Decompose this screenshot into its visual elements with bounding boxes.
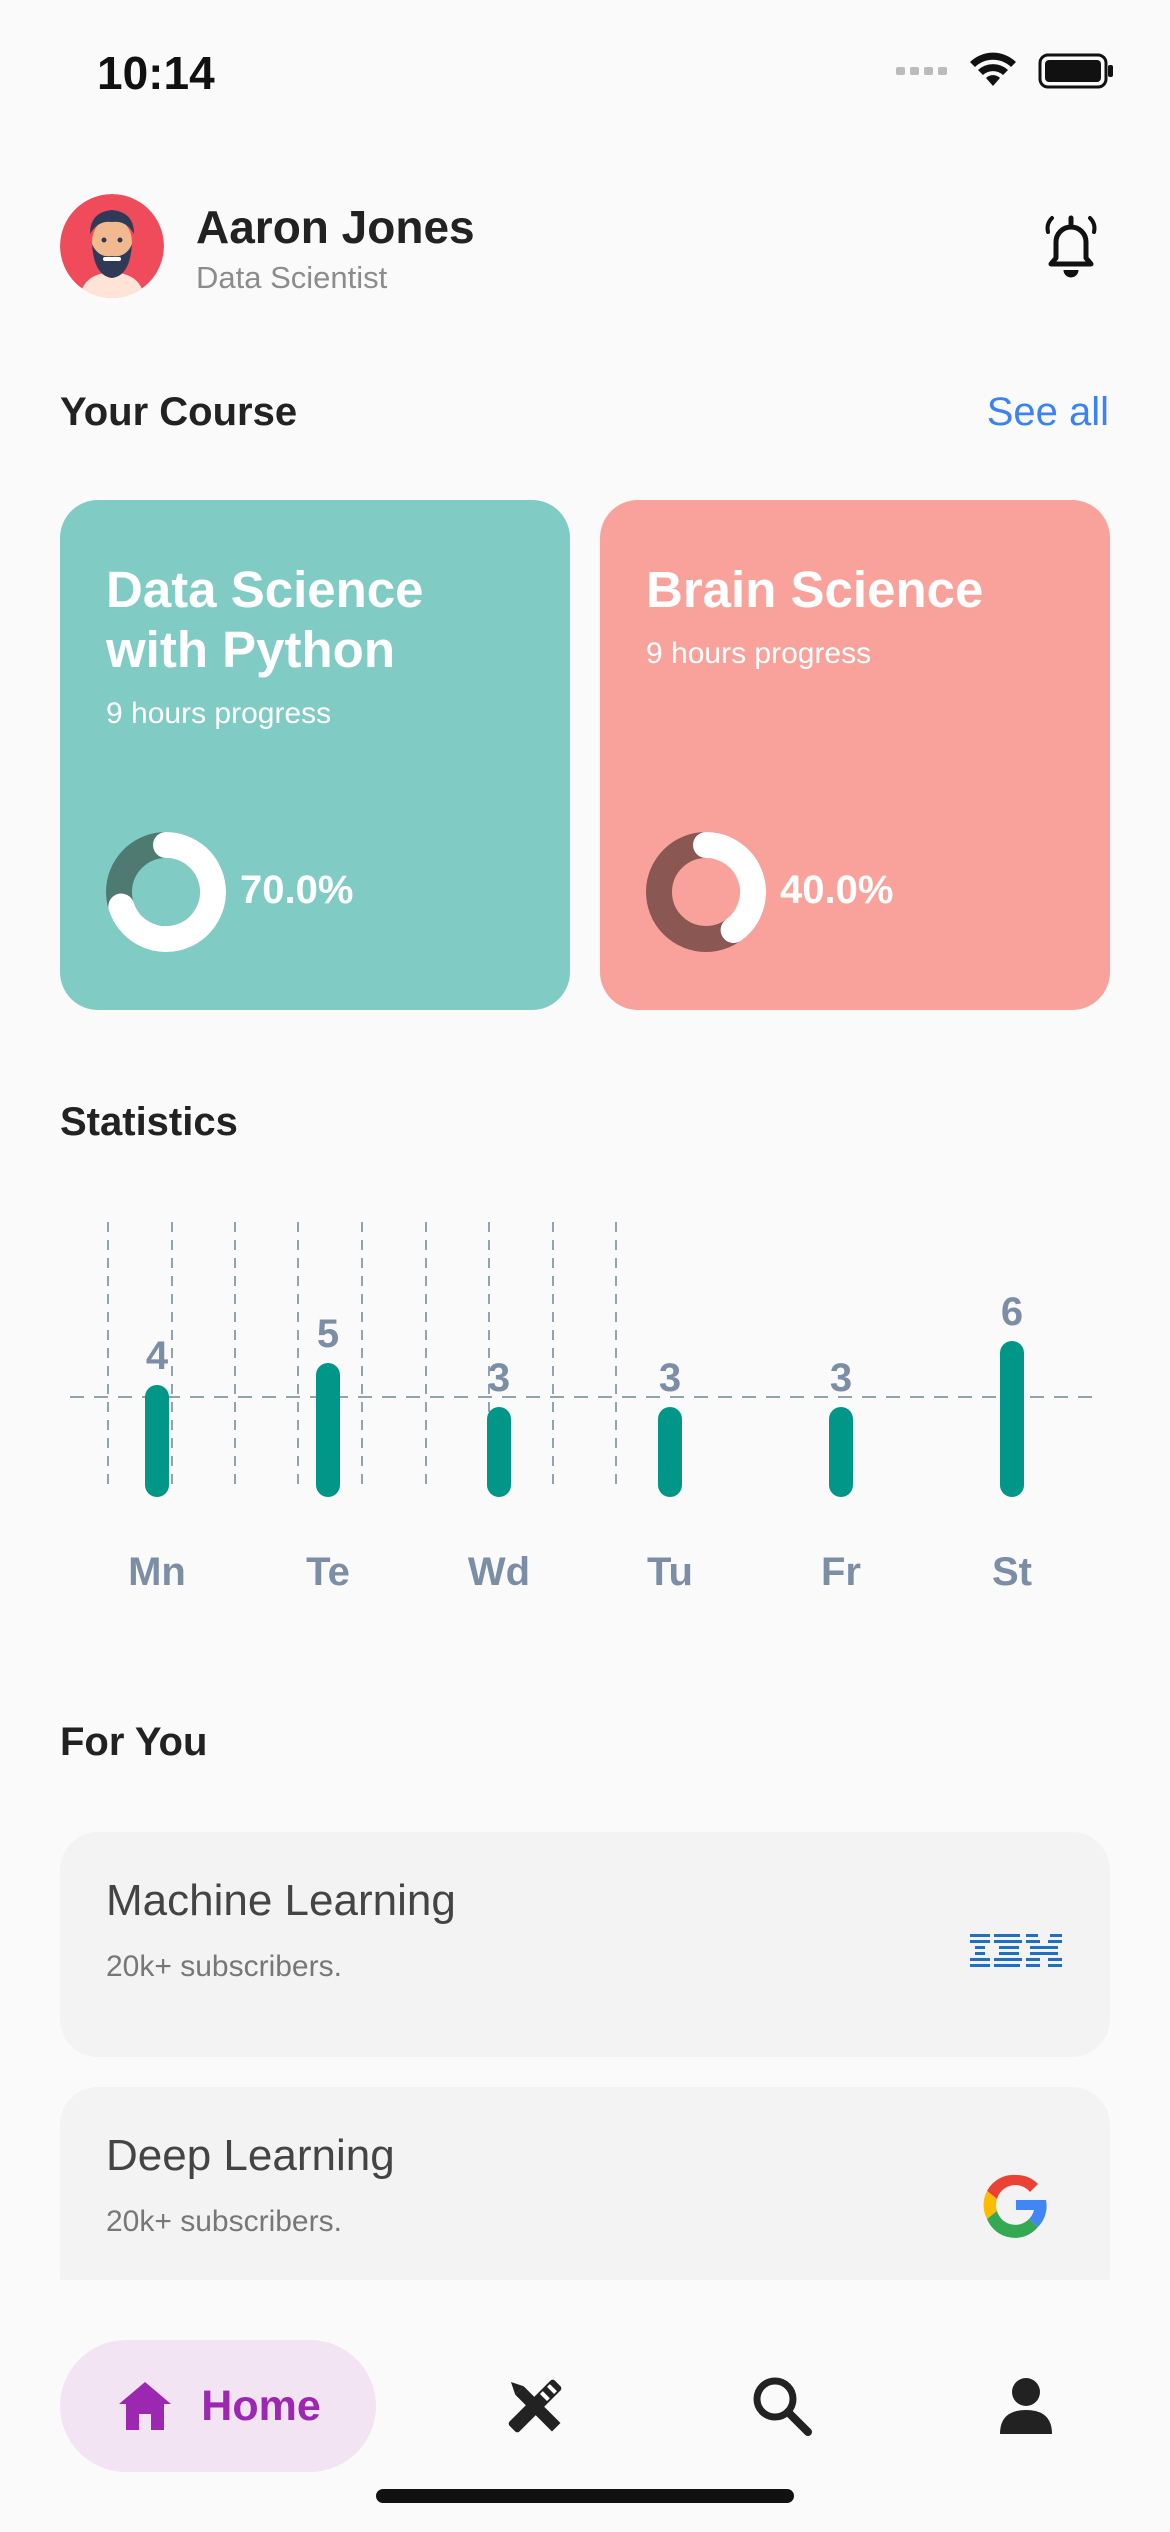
course-item-subtitle: 20k+ subscribers. [106, 1950, 342, 1983]
progress-ring [106, 832, 226, 952]
bar-value-label: 3 [488, 1356, 510, 1400]
search-icon[interactable] [744, 2368, 820, 2444]
signal-icon [896, 67, 947, 75]
x-tick-label: Tu [647, 1550, 693, 1594]
notification-bell-icon[interactable] [1036, 210, 1106, 280]
your-course-title: Your Course [60, 390, 298, 434]
status-icons [896, 52, 1114, 90]
x-tick-label: Fr [821, 1550, 861, 1594]
x-tick-label: Wd [468, 1550, 530, 1594]
bar-value-label: 5 [317, 1312, 339, 1356]
course-card-brain-science[interactable]: Brain Science 9 hours progress 40.0% [600, 500, 1110, 1010]
course-subtitle: 9 hours progress [106, 697, 332, 730]
course-title: Data Science with Python 9 hours progres… [106, 560, 536, 734]
progress-ring [646, 832, 766, 952]
nav-home-label: Home [201, 2381, 321, 2430]
course-item-title: Machine Learning [106, 1876, 456, 1925]
avatar[interactable] [60, 194, 164, 298]
home-indicator [376, 2489, 794, 2503]
google-logo-icon [983, 2174, 1047, 2238]
profile-icon[interactable] [988, 2368, 1064, 2444]
bar-value-label: 6 [1001, 1290, 1023, 1334]
nav-home-button[interactable]: Home [60, 2340, 376, 2472]
status-time: 10:14 [97, 47, 215, 99]
course-title-text: Data Science with Python [106, 561, 424, 678]
course-item-title: Deep Learning [106, 2131, 395, 2180]
course-title: Brain Science 9 hours progress [646, 560, 1076, 674]
course-subtitle: 9 hours progress [646, 637, 872, 670]
home-icon [119, 2382, 172, 2430]
battery-icon [1038, 53, 1113, 89]
user-name: Aaron Jones [196, 201, 475, 253]
progress-percent: 40.0% [780, 868, 894, 912]
course-card-data-science[interactable]: Data Science with Python 9 hours progres… [60, 500, 570, 1010]
avatar-illustration [60, 194, 164, 298]
progress-percent: 70.0% [240, 868, 354, 912]
statistics-bar-chart: 4 Mn 5 Te 3 Wd 3 Tu 3 Fr 6 St [70, 1222, 1100, 1594]
user-role: Data Scientist [196, 260, 388, 295]
x-tick-label: St [992, 1550, 1032, 1594]
x-tick-label: Te [306, 1550, 350, 1594]
statistics-title: Statistics [60, 1100, 238, 1144]
course-item-machine-learning[interactable]: Machine Learning 20k+ subscribers. [60, 1832, 1110, 2057]
for-you-title: For You [60, 1720, 208, 1764]
bar-value-label: 4 [146, 1334, 169, 1378]
wifi-icon [970, 52, 1016, 86]
course-title-text: Brain Science [646, 561, 984, 618]
ibm-logo-icon [970, 1934, 1062, 1967]
tools-icon[interactable] [497, 2368, 573, 2444]
status-bar: 10:14 [0, 0, 1170, 150]
bar-value-label: 3 [830, 1356, 852, 1400]
course-item-deep-learning[interactable]: Deep Learning 20k+ subscribers. [60, 2087, 1110, 2312]
bar-value-label: 3 [659, 1356, 681, 1400]
x-tick-label: Mn [128, 1550, 186, 1594]
course-item-subtitle: 20k+ subscribers. [106, 2205, 342, 2238]
see-all-link[interactable]: See all [987, 390, 1109, 435]
ring-progress-arc [693, 832, 766, 944]
